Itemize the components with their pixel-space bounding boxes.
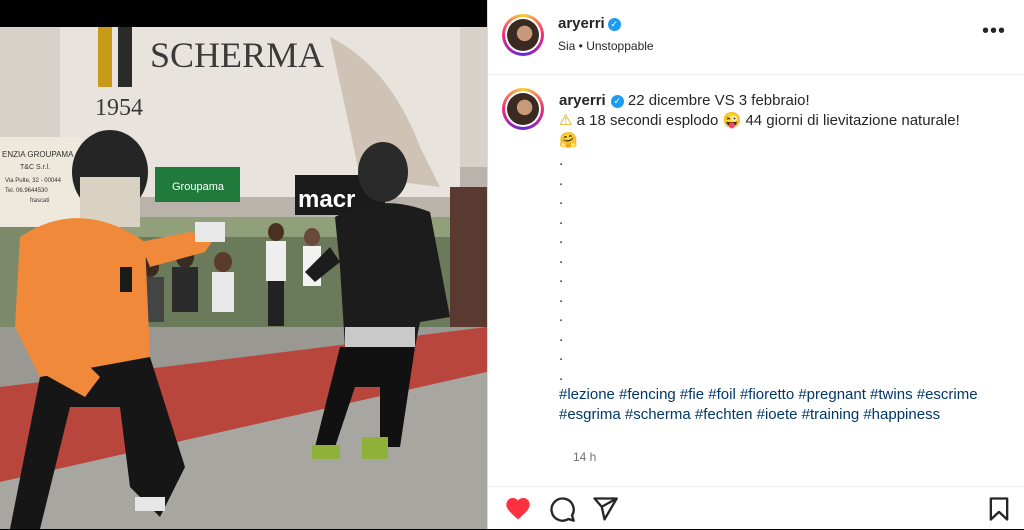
banner-text: SCHERMA	[150, 35, 324, 75]
instagram-post-view: SCHERMA 1954 ENZIA GROUPAMA T&C S.r.l. V…	[0, 0, 1024, 529]
post-actions-bar	[488, 486, 1024, 530]
caption-dot: .	[559, 308, 564, 325]
author-avatar[interactable]	[502, 14, 544, 56]
hashtags-line-1[interactable]: #lezione #fencing #fie #foil #fioretto #…	[559, 385, 1009, 405]
author-info: aryerri ✓	[558, 15, 621, 33]
caption-dot: .	[559, 191, 564, 208]
like-heart-icon[interactable]	[504, 495, 532, 523]
sign-text-4: Tel. 06.9644530	[5, 188, 48, 194]
video-frame: SCHERMA 1954 ENZIA GROUPAMA T&C S.r.l. V…	[0, 27, 487, 529]
more-options-icon[interactable]: •••	[982, 21, 1006, 41]
share-paper-plane-icon[interactable]	[591, 495, 619, 523]
sign-text-2: T&C S.r.l.	[20, 164, 50, 171]
media-top-bar	[0, 0, 487, 27]
caption-line-2b: 44 giorni di lievitazione naturale!	[745, 112, 960, 129]
sign-text-1: ENZIA GROUPAMA	[2, 150, 74, 159]
caption-dot: .	[559, 366, 564, 384]
caption-dot: .	[559, 269, 564, 286]
sponsor-groupama: Groupama	[172, 181, 225, 193]
caption-line-1: 22 dicembre VS 3 febbraio!	[627, 92, 810, 109]
caption-dot: .	[559, 152, 564, 169]
sponsor-macr: macr	[298, 186, 355, 213]
post-header: aryerri ✓ Sia • Unstoppable •••	[488, 0, 1024, 75]
audio-track-link[interactable]: Sia • Unstoppable	[558, 39, 654, 53]
caption-author-avatar[interactable]	[502, 88, 544, 130]
post-video[interactable]: SCHERMA 1954 ENZIA GROUPAMA T&C S.r.l. V…	[0, 27, 487, 529]
caption-username[interactable]: aryerri	[559, 92, 606, 109]
caption-dot: .	[559, 171, 564, 189]
caption-dot: .	[559, 230, 564, 247]
post-timestamp[interactable]: 14 h	[573, 450, 596, 464]
caption-dot: .	[559, 327, 564, 345]
sign-text-5: frascati	[30, 198, 49, 204]
hashtags-line-2[interactable]: #esgrima #scherma #fechten #ioete #train…	[559, 405, 1009, 425]
save-bookmark-icon[interactable]	[985, 495, 1013, 523]
sign-text-3: Via Pulte, 32 - 00044	[5, 178, 62, 184]
caption-dot: .	[559, 288, 564, 306]
caption-verified-badge-icon: ✓	[610, 95, 624, 108]
hug-emoji-icon: 🤗	[559, 132, 578, 149]
author-username[interactable]: aryerri	[558, 15, 605, 32]
banner-year: 1954	[95, 95, 143, 121]
caption-dot: .	[559, 347, 564, 364]
post-details-panel: aryerri ✓ Sia • Unstoppable ••• aryerri ✓ …	[487, 0, 1024, 529]
caption-text: aryerri ✓ 22 dicembre VS 3 febbraio! ⚠ a …	[559, 91, 1009, 425]
caption-line-2a: a 18 secondi esplodo	[576, 112, 719, 129]
caption-dot: .	[559, 210, 564, 228]
warning-emoji-icon: ⚠	[559, 112, 573, 129]
verified-badge-icon: ✓	[607, 18, 621, 31]
caption-dot: .	[559, 249, 564, 267]
comment-icon[interactable]	[548, 495, 576, 523]
tongue-emoji-icon: 😜	[722, 112, 742, 129]
